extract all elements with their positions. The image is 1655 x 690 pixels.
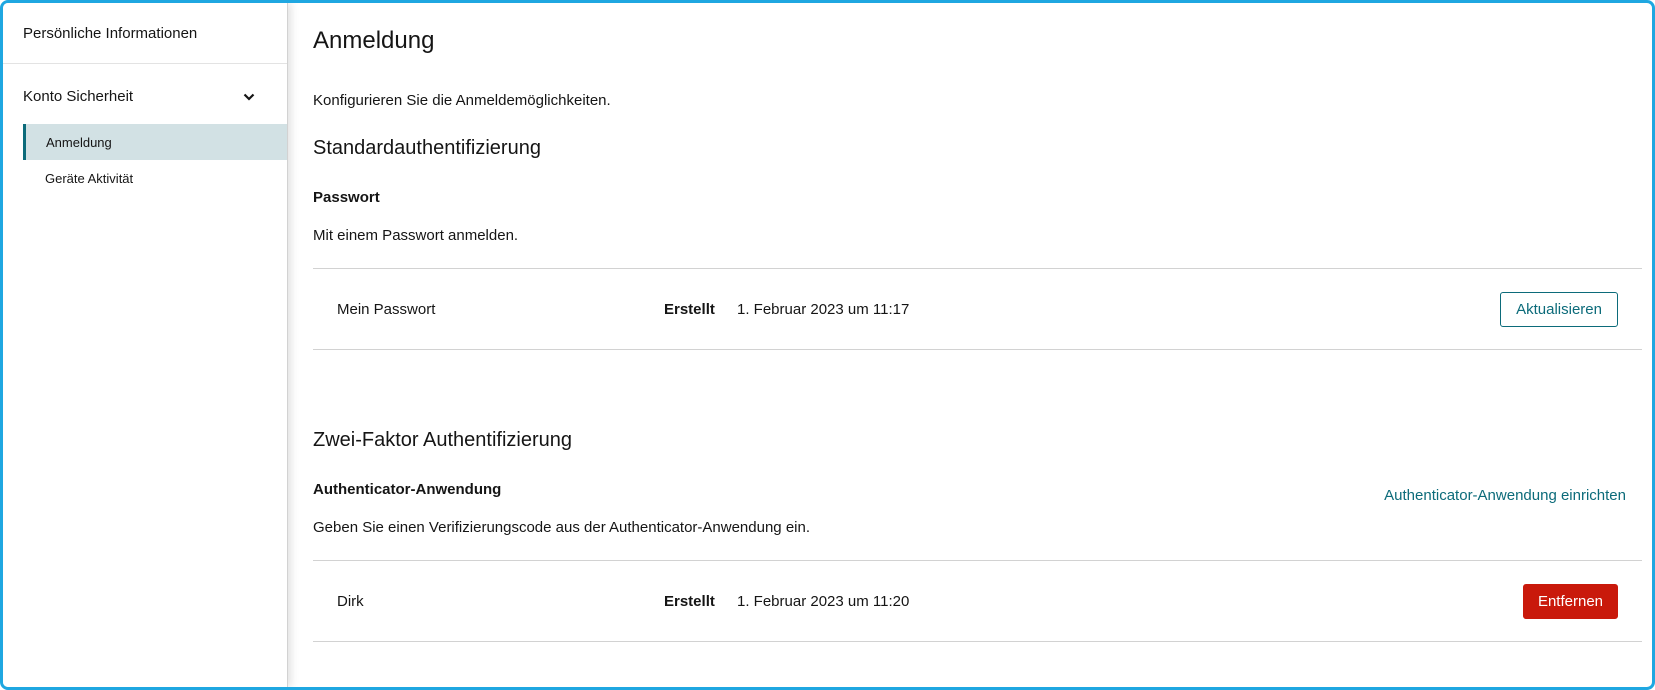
sidebar-item-label: Geräte Aktivität — [45, 170, 134, 186]
authenticator-title: Authenticator-Anwendung — [313, 481, 502, 498]
credential-name: Mein Passwort — [337, 301, 436, 318]
setup-authenticator-link[interactable]: Authenticator-Anwendung einrichten — [1384, 487, 1626, 504]
chevron-down-icon[interactable] — [243, 90, 255, 102]
divider — [313, 641, 1642, 642]
sidebar-subnav: Anmeldung Geräte Aktivität — [3, 124, 287, 196]
section-heading-standard: Standardauthentifizierung — [313, 137, 541, 159]
credential-row-authenticator: Dirk Erstellt 1. Februar 2023 um 11:20 E… — [313, 561, 1642, 642]
created-date: 1. Februar 2023 um 11:17 — [737, 301, 910, 318]
password-title: Passwort — [313, 189, 380, 206]
page-title: Anmeldung — [313, 27, 435, 54]
update-password-button[interactable]: Aktualisieren — [1500, 292, 1618, 327]
app-frame: Persönliche Informationen Konto Sicherhe… — [0, 0, 1655, 690]
credential-name: Dirk — [337, 593, 364, 610]
credential-row-password: Mein Passwort Erstellt 1. Februar 2023 u… — [313, 269, 1642, 350]
section-heading-two-factor: Zwei-Faktor Authentifizierung — [313, 429, 573, 451]
sidebar-item-personal-info[interactable]: Persönliche Informationen — [3, 3, 287, 64]
divider — [313, 349, 1642, 350]
sidebar: Persönliche Informationen Konto Sicherhe… — [3, 3, 288, 687]
created-label: Erstellt — [664, 301, 715, 318]
authenticator-description: Geben Sie einen Verifizierungscode aus d… — [313, 519, 810, 536]
page-description: Konfigurieren Sie die Anmeldemöglichkeit… — [313, 92, 611, 109]
sidebar-group-account-security[interactable]: Konto Sicherheit — [3, 68, 287, 124]
password-description: Mit einem Passwort anmelden. — [313, 227, 519, 244]
remove-authenticator-button[interactable]: Entfernen — [1522, 584, 1618, 619]
sidebar-item-signin[interactable]: Anmeldung — [23, 124, 287, 160]
created-label: Erstellt — [664, 593, 715, 610]
main-content: Anmeldung Konfigurieren Sie die Anmeldem… — [313, 3, 1652, 687]
sidebar-item-label: Anmeldung — [46, 134, 112, 150]
sidebar-item-label: Persönliche Informationen — [23, 24, 198, 42]
sidebar-group-label: Konto Sicherheit — [23, 87, 134, 105]
sidebar-item-device-activity[interactable]: Geräte Aktivität — [23, 160, 287, 196]
created-date: 1. Februar 2023 um 11:20 — [737, 593, 910, 610]
